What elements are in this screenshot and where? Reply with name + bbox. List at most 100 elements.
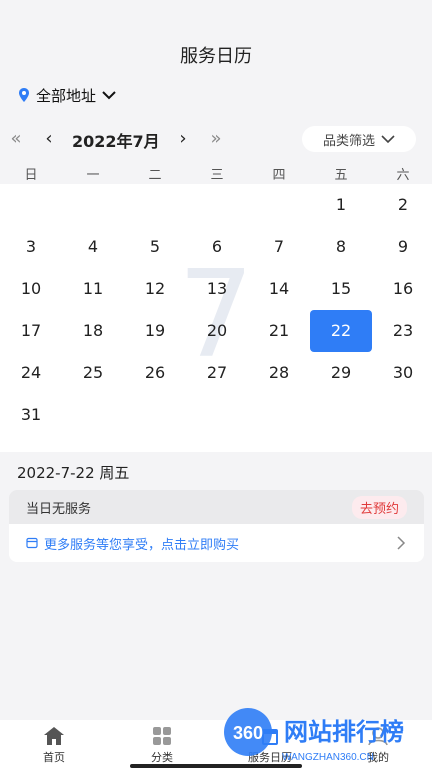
no-service-text: 当日无服务: [26, 501, 92, 517]
tab-home[interactable]: 首页: [14, 726, 94, 765]
month-navigation: « ‹ 2022年7月 › » 品类筛选: [0, 124, 432, 154]
calendar-day-14[interactable]: 14: [248, 268, 310, 310]
weekday-label: 二: [148, 168, 162, 183]
calendar-day-1[interactable]: 1: [310, 184, 372, 226]
watermark-title: 网站排行榜: [284, 718, 404, 746]
home-indicator: [130, 764, 302, 768]
calendar-day-13[interactable]: 13: [186, 268, 248, 310]
tab-category[interactable]: 分类: [122, 726, 202, 765]
day-number: 7: [273, 237, 285, 256]
day-number: 2: [397, 195, 409, 214]
weekday-label: 五: [334, 168, 348, 183]
day-number: 21: [268, 321, 290, 340]
calendar-day-28[interactable]: 28: [248, 352, 310, 394]
weekday-label: 四: [272, 168, 286, 183]
day-number: 25: [82, 363, 104, 382]
calendar-day-10[interactable]: 10: [0, 268, 62, 310]
day-number: 28: [268, 363, 290, 382]
day-number: 14: [268, 279, 290, 298]
watermark-subtitle: WANGZHAN360.CN: [282, 752, 374, 763]
location-pin-icon: [19, 88, 29, 102]
day-number: 11: [82, 279, 104, 298]
chevron-down-icon: [381, 135, 395, 144]
reserve-button[interactable]: 去预约: [351, 495, 407, 519]
calendar-day-17[interactable]: 17: [0, 310, 62, 352]
home-icon: [44, 727, 64, 745]
day-number: 9: [397, 237, 409, 256]
day-number: 10: [20, 279, 42, 298]
calendar-day-19[interactable]: 19: [124, 310, 186, 352]
calendar-day-21[interactable]: 21: [248, 310, 310, 352]
address-selector[interactable]: 全部地址: [18, 84, 116, 106]
calendar-day-24[interactable]: 24: [0, 352, 62, 394]
watermark-logo: 360 网站排行榜 WANGZHAN360.CN: [224, 708, 404, 763]
category-filter-button[interactable]: 品类筛选: [302, 126, 416, 152]
calendar-day-9[interactable]: 9: [372, 226, 432, 268]
tab-label: 分类: [151, 751, 173, 764]
calendar-day-4[interactable]: 4: [62, 226, 124, 268]
calendar-day-30[interactable]: 30: [372, 352, 432, 394]
calendar-day-5[interactable]: 5: [124, 226, 186, 268]
calendar-day-6[interactable]: 6: [186, 226, 248, 268]
day-number: 24: [20, 363, 42, 382]
calendar-day-31[interactable]: 31: [0, 394, 62, 436]
day-number: 4: [87, 237, 99, 256]
day-number: 8: [335, 237, 347, 256]
calendar-day-20[interactable]: 20: [186, 310, 248, 352]
day-number: 15: [330, 279, 352, 298]
filter-label: 品类筛选: [322, 133, 375, 149]
calendar-day-16[interactable]: 16: [372, 268, 432, 310]
calendar-day-26[interactable]: 26: [124, 352, 186, 394]
header: 服务日历: [0, 0, 432, 80]
calendar-day-7[interactable]: 7: [248, 226, 310, 268]
weekday-label: 一: [86, 168, 100, 183]
day-number: 23: [392, 321, 414, 340]
calendar-day-27[interactable]: 27: [186, 352, 248, 394]
next-year-button[interactable]: »: [205, 128, 227, 150]
day-number: 1: [335, 195, 347, 214]
day-number: 5: [149, 237, 161, 256]
day-number: 26: [144, 363, 166, 382]
calendar-day-11[interactable]: 11: [62, 268, 124, 310]
calendar-day-18[interactable]: 18: [62, 310, 124, 352]
day-number: 16: [392, 279, 414, 298]
calendar-day-3[interactable]: 3: [0, 226, 62, 268]
day-number: 17: [20, 321, 42, 340]
selected-date-heading: 2022-7-22 周五: [17, 464, 130, 482]
calendar-day-8[interactable]: 8: [310, 226, 372, 268]
watermark-badge: 360: [233, 723, 263, 743]
service-status-row: 当日无服务 去预约: [9, 490, 424, 524]
calendar-day-15[interactable]: 15: [310, 268, 372, 310]
weekday-header: 日一二三四五六: [0, 164, 432, 184]
calendar-day-2[interactable]: 2: [372, 184, 432, 226]
calendar-day-25[interactable]: 25: [62, 352, 124, 394]
calendar-day-22[interactable]: 22: [310, 310, 372, 352]
promo-row[interactable]: 更多服务等您享受，点击立即购买: [9, 524, 424, 562]
page-title: 服务日历: [180, 46, 252, 67]
tab-label: 首页: [43, 751, 65, 764]
day-number: 29: [330, 363, 352, 382]
day-number: 19: [144, 321, 166, 340]
day-number: 6: [211, 237, 223, 256]
weekday-label: 六: [396, 168, 410, 183]
calendar-day-12[interactable]: 12: [124, 268, 186, 310]
prev-year-button[interactable]: «: [5, 128, 27, 150]
day-number: 18: [82, 321, 104, 340]
weekday-label: 日: [24, 168, 38, 183]
prev-month-button[interactable]: ‹: [38, 128, 60, 150]
calendar-day-23[interactable]: 23: [372, 310, 432, 352]
day-number: 30: [392, 363, 414, 382]
calendar-day-29[interactable]: 29: [310, 352, 372, 394]
chevron-right-icon: [397, 536, 406, 550]
chevron-down-icon: [102, 91, 116, 100]
category-icon: [153, 727, 171, 745]
day-number: 3: [25, 237, 37, 256]
day-number: 27: [206, 363, 228, 382]
weekday-label: 三: [210, 168, 224, 183]
day-number: 12: [144, 279, 166, 298]
day-number: 20: [206, 321, 228, 340]
day-number: 31: [20, 405, 42, 424]
day-number: 22: [310, 310, 372, 352]
month-label: 2022年7月: [72, 132, 160, 151]
next-month-button[interactable]: ›: [172, 128, 194, 150]
